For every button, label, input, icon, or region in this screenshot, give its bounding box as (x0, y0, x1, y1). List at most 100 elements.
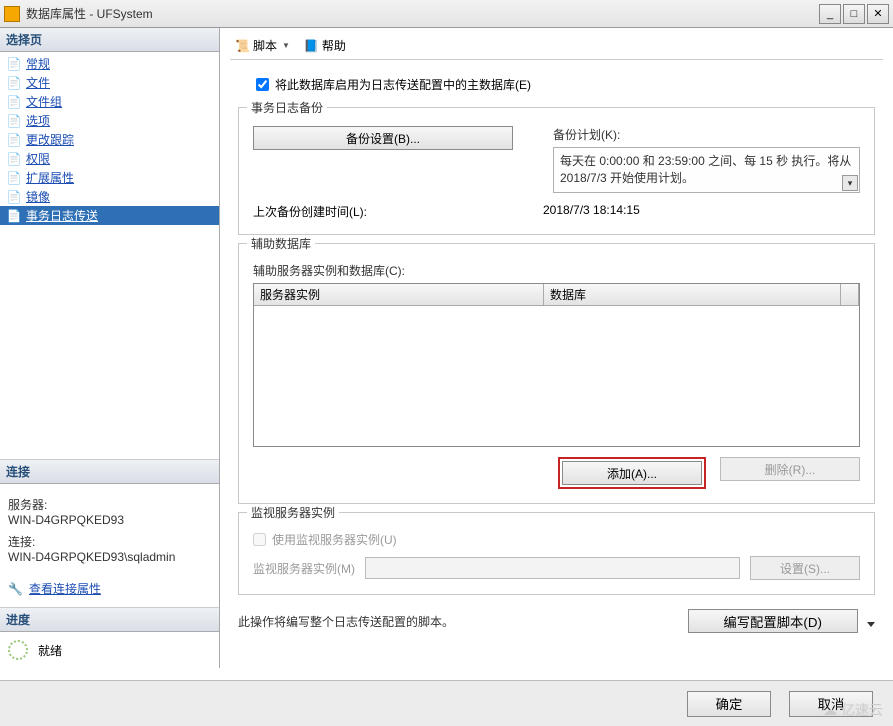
conn-value: WIN-D4GRPQKED93\sqladmin (8, 550, 211, 564)
sidebar-item-label: 更改跟踪 (26, 131, 74, 148)
use-monitor-label: 使用监视服务器实例(U) (272, 531, 397, 548)
sidebar-item-general[interactable]: 📄 常规 (0, 54, 219, 73)
sidebar-item-permissions[interactable]: 📄 权限 (0, 149, 219, 168)
maximize-button[interactable]: □ (843, 4, 865, 24)
sidebar-item-label: 权限 (26, 150, 50, 167)
script-icon: 📜 (235, 39, 250, 53)
page-icon: 📄 (6, 94, 22, 110)
sidebar-item-files[interactable]: 📄 文件 (0, 73, 219, 92)
page-icon: 📄 (6, 170, 22, 186)
script-button[interactable]: 📜 脚本 ▼ (230, 34, 295, 57)
enable-primary-row: 将此数据库启用为日志传送配置中的主数据库(E) (256, 76, 875, 93)
content-toolbar: 📜 脚本 ▼ 📘 帮助 (230, 32, 883, 60)
server-label: 服务器: (8, 496, 211, 513)
scroll-down-icon[interactable]: ▾ (842, 175, 858, 191)
window-buttons: _ □ ✕ (819, 4, 889, 24)
sidebar-item-extendedprops[interactable]: 📄 扩展属性 (0, 168, 219, 187)
secondary-db-group: 辅助数据库 辅助服务器实例和数据库(C): 服务器实例 数据库 添加(A)...… (238, 243, 875, 504)
footer: 确定 取消 (0, 680, 893, 726)
sidebar-item-changetracking[interactable]: 📄 更改跟踪 (0, 130, 219, 149)
chevron-down-icon: ▼ (282, 41, 290, 50)
help-label: 帮助 (322, 37, 346, 54)
grid-body[interactable] (254, 306, 859, 446)
sidebar-item-options[interactable]: 📄 选项 (0, 111, 219, 130)
server-value: WIN-D4GRPQKED93 (8, 513, 211, 527)
col-spacer (841, 284, 859, 305)
page-list: 📄 常规 📄 文件 📄 文件组 📄 选项 📄 更改跟踪 📄 权限 (0, 52, 219, 227)
enable-primary-label: 将此数据库启用为日志传送配置中的主数据库(E) (275, 76, 531, 93)
schedule-text: 每天在 0:00:00 和 23:59:00 之间、每 15 秒 执行。将从 2… (560, 154, 851, 185)
secondary-grid: 服务器实例 数据库 (253, 283, 860, 447)
monitor-input (365, 557, 740, 579)
page-icon: 📄 (6, 208, 22, 224)
titlebar: 数据库属性 - UFSystem _ □ ✕ (0, 0, 893, 28)
backup-settings-button[interactable]: 备份设置(B)... (253, 126, 513, 150)
main-area: 选择页 📄 常规 📄 文件 📄 文件组 📄 选项 📄 更改跟踪 (0, 28, 893, 668)
write-script-button[interactable]: 编写配置脚本(D) (688, 609, 858, 633)
schedule-label: 备份计划(K): (553, 126, 860, 143)
cancel-button[interactable]: 取消 (789, 691, 873, 717)
help-button[interactable]: 📘 帮助 (299, 34, 351, 57)
progress-header: 进度 (0, 608, 219, 632)
page-icon: 📄 (6, 132, 22, 148)
conn-label: 连接: (8, 533, 211, 550)
script-label: 脚本 (253, 37, 277, 54)
help-icon: 📘 (304, 39, 319, 53)
col-instance: 服务器实例 (254, 284, 544, 305)
page-icon: 📄 (6, 151, 22, 167)
sidebar-item-label: 文件组 (26, 93, 62, 110)
window-title: 数据库属性 - UFSystem (26, 5, 819, 22)
last-backup-label: 上次备份创建时间(L): (253, 203, 543, 220)
page-icon: 📄 (6, 189, 22, 205)
note-text: 此操作将编写整个日志传送配置的脚本。 (238, 613, 454, 630)
page-icon: 📄 (6, 113, 22, 129)
properties-icon: 🔧 (8, 582, 23, 596)
col-database: 数据库 (544, 284, 841, 305)
sidebar-item-mirroring[interactable]: 📄 镜像 (0, 187, 219, 206)
sidebar: 选择页 📄 常规 📄 文件 📄 文件组 📄 选项 📄 更改跟踪 (0, 28, 220, 668)
connection-header: 连接 (0, 460, 219, 484)
view-connection-props[interactable]: 🔧 查看连接属性 (8, 580, 211, 597)
ok-button[interactable]: 确定 (687, 691, 771, 717)
add-button[interactable]: 添加(A)... (562, 461, 702, 485)
last-backup-value: 2018/7/3 18:14:15 (543, 203, 640, 220)
select-page-header: 选择页 (0, 28, 219, 52)
sidebar-item-label: 镜像 (26, 188, 50, 205)
content-body: 将此数据库启用为日志传送配置中的主数据库(E) 事务日志备份 备份设置(B)..… (230, 60, 883, 633)
monitor-settings-button: 设置(S)... (750, 556, 860, 580)
sidebar-item-filegroups[interactable]: 📄 文件组 (0, 92, 219, 111)
schedule-box: 每天在 0:00:00 和 23:59:00 之间、每 15 秒 执行。将从 2… (553, 147, 860, 193)
minimize-button[interactable]: _ (819, 4, 841, 24)
txlog-legend: 事务日志备份 (247, 99, 327, 116)
content: 📜 脚本 ▼ 📘 帮助 将此数据库启用为日志传送配置中的主数据库(E) 事务日志… (220, 28, 893, 668)
txlog-backup-group: 事务日志备份 备份设置(B)... 备份计划(K): 每天在 0:00:00 和… (238, 107, 875, 235)
secondary-label: 辅助服务器实例和数据库(C): (253, 262, 860, 279)
monitor-legend: 监视服务器实例 (247, 504, 339, 521)
spinner-icon (8, 640, 28, 660)
delete-button: 删除(R)... (720, 457, 860, 481)
monitor-label: 监视服务器实例(M) (253, 560, 355, 577)
monitor-group: 监视服务器实例 使用监视服务器实例(U) 监视服务器实例(M) 设置(S)... (238, 512, 875, 595)
progress-area: 就绪 (0, 632, 219, 668)
note-row: 此操作将编写整个日志传送配置的脚本。 编写配置脚本(D) (238, 609, 875, 633)
enable-primary-checkbox[interactable] (256, 78, 269, 91)
sidebar-item-label: 选项 (26, 112, 50, 129)
write-script-label: 编写配置脚本(D) (723, 612, 821, 631)
sidebar-item-logshipping[interactable]: 📄 事务日志传送 (0, 206, 219, 225)
sidebar-item-label: 文件 (26, 74, 50, 91)
sidebar-item-label: 常规 (26, 55, 50, 72)
sidebar-item-label: 扩展属性 (26, 169, 74, 186)
grid-header: 服务器实例 数据库 (254, 284, 859, 306)
progress-status: 就绪 (38, 642, 62, 659)
app-icon (4, 6, 20, 22)
page-icon: 📄 (6, 56, 22, 72)
page-icon: 📄 (6, 75, 22, 91)
chevron-down-icon[interactable] (867, 622, 875, 627)
close-button[interactable]: ✕ (867, 4, 889, 24)
use-monitor-checkbox (253, 533, 266, 546)
view-props-link: 查看连接属性 (29, 580, 101, 597)
secondary-legend: 辅助数据库 (247, 235, 315, 252)
add-button-highlight: 添加(A)... (558, 457, 706, 489)
connection-info: 服务器: WIN-D4GRPQKED93 连接: WIN-D4GRPQKED93… (0, 484, 219, 570)
sidebar-item-label: 事务日志传送 (26, 207, 98, 224)
